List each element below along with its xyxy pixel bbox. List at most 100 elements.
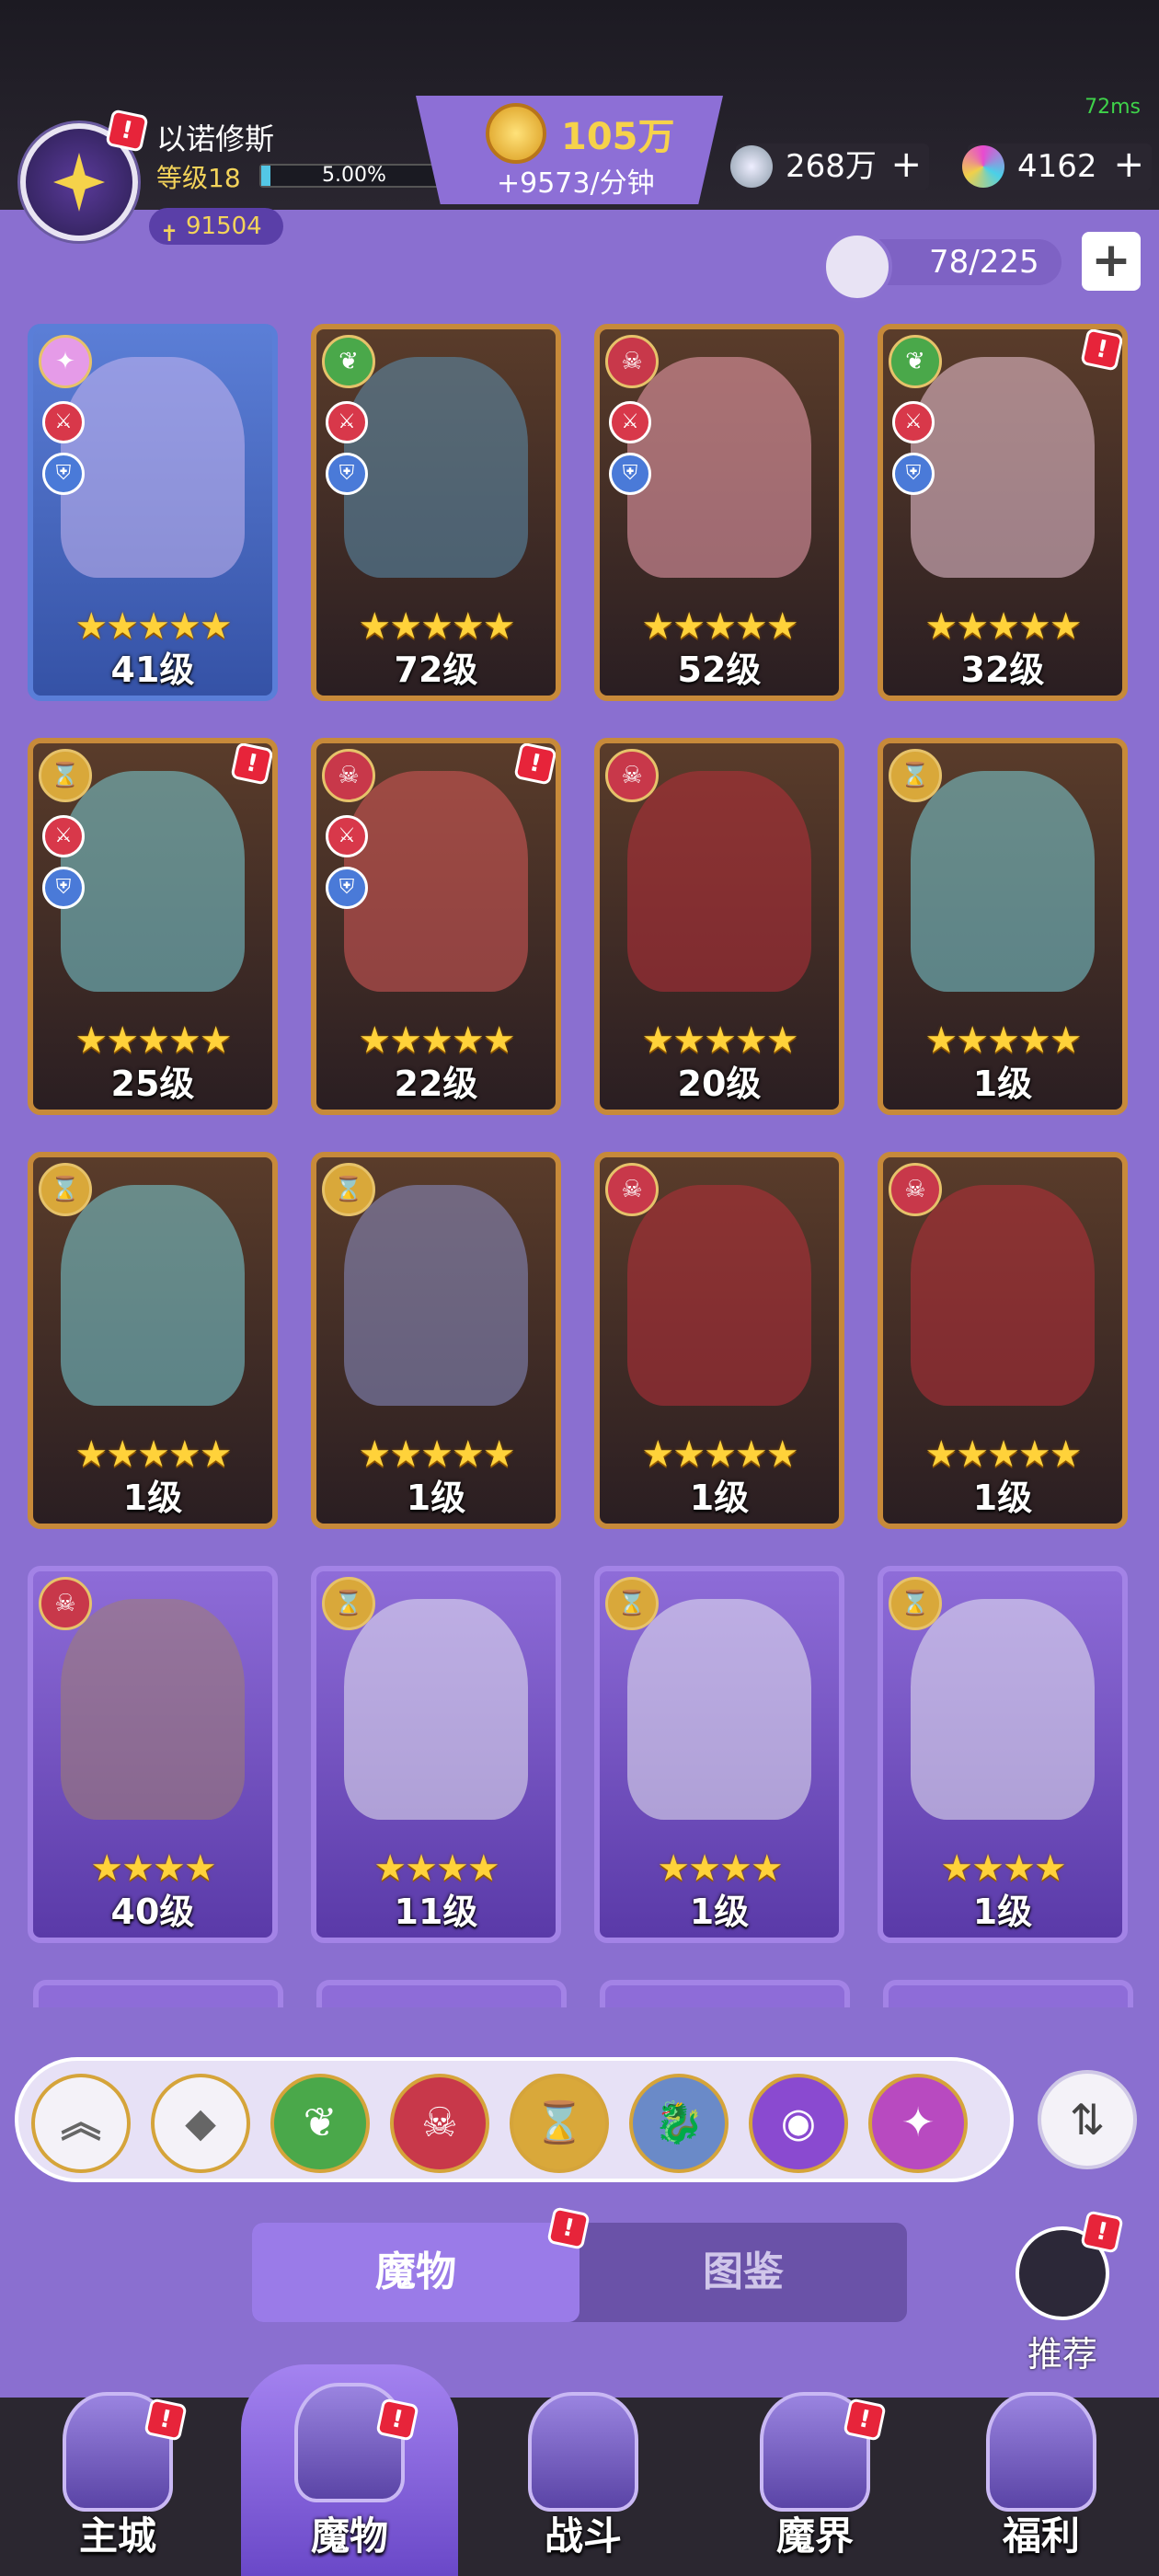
time-element-icon: ⌛ (39, 749, 92, 802)
latency-indicator: 72ms (1084, 96, 1141, 119)
alert-badge-icon: ! (546, 2206, 591, 2250)
silver-resource[interactable]: 268万 + (730, 142, 929, 190)
monster-portrait (344, 771, 528, 992)
monster-card[interactable]: ❦ ⚔ ⛨ ★★★★★ 32级! (878, 324, 1128, 701)
nav-main-city[interactable]: 主城 (2, 2392, 234, 2576)
filter-demon-icon[interactable]: ☠ (390, 2074, 489, 2173)
filter-nature-icon[interactable]: ❦ (270, 2074, 370, 2173)
monster-card[interactable]: ⌛ ★★★★ 1级 (594, 1566, 844, 1943)
monster-card[interactable]: ☠ ⚔ ⛨ ★★★★★ 52级 (594, 324, 844, 701)
nav-label: 魔界 (775, 2513, 854, 2559)
nav-battle[interactable]: 战斗 (467, 2392, 699, 2576)
sword-role-icon: ⚔ (609, 401, 651, 443)
nav-label: 主城 (78, 2513, 156, 2559)
monster-level: 1级 (972, 1478, 1033, 1518)
alert-badge-icon: ! (843, 2398, 887, 2442)
monster-portrait (627, 1185, 811, 1406)
partial-card (600, 1980, 850, 2007)
monster-portrait (61, 1599, 245, 1820)
nav-demon-realm[interactable]: 魔界 (699, 2392, 931, 2576)
monster-silhouette-icon (822, 232, 892, 302)
sword-power-icon: ✝ (160, 221, 179, 247)
sword-role-icon: ⚔ (892, 401, 935, 443)
treasure-chest-icon (986, 2392, 1096, 2512)
monster-card[interactable]: ⌛ ★★★★★ 1级 (28, 1152, 278, 1529)
avatar-star-icon (53, 153, 105, 212)
sword-role-icon: ⚔ (42, 401, 85, 443)
nav-welfare[interactable]: 福利 (925, 2392, 1157, 2576)
monster-level: 32级 (960, 650, 1045, 690)
monster-card[interactable]: ☠ ★★★★ 40级 (28, 1566, 278, 1943)
filter-cosmic-icon[interactable]: ✦ (868, 2074, 968, 2173)
recommend-label: 推荐 (1027, 2334, 1097, 2375)
shield-role-icon: ⛨ (42, 453, 85, 495)
monster-level: 41级 (110, 650, 195, 690)
roster-count: 78/225 (929, 244, 1039, 281)
time-element-icon: ⌛ (889, 749, 942, 802)
filter-beast-icon[interactable]: 🐉 (629, 2074, 729, 2173)
monster-card[interactable]: ⌛ ⚔ ⛨ ★★★★★ 25级! (28, 738, 278, 1115)
monster-card[interactable]: ⌛ ★★★★★ 1级 (878, 738, 1128, 1115)
monster-portrait (911, 1599, 1095, 1820)
demon-element-icon: ☠ (605, 335, 659, 388)
expand-roster-button[interactable]: + (1082, 232, 1141, 291)
shield-role-icon: ⛨ (892, 453, 935, 495)
filter-eye-icon[interactable]: ◉ (749, 2074, 848, 2173)
monster-card[interactable]: ⌛ ★★★★★ 1级 (311, 1152, 561, 1529)
partial-card (883, 1980, 1133, 2007)
partial-card (33, 1980, 283, 2007)
demon-element-icon: ☠ (889, 1163, 942, 1216)
alert-badge-icon: ! (230, 743, 272, 786)
filter-all-icon[interactable]: ◆ (151, 2074, 250, 2173)
sword-role-icon: ⚔ (42, 815, 85, 857)
demon-element-icon: ☠ (605, 1163, 659, 1216)
monster-level: 1级 (689, 1892, 750, 1932)
monster-portrait (61, 771, 245, 992)
nav-label: 福利 (1002, 2513, 1080, 2559)
alert-badge-icon: ! (1080, 329, 1122, 372)
add-crystal-button[interactable]: + (1113, 142, 1144, 188)
tab-codex[interactable]: 图鉴 (580, 2223, 907, 2322)
monster-portrait (344, 1599, 528, 1820)
crystal-resource[interactable]: 4162 + (962, 142, 1152, 190)
monster-level: 22级 (394, 1064, 478, 1104)
monster-portrait (627, 357, 811, 578)
monster-card[interactable]: ☠ ★★★★★ 1级 (594, 1152, 844, 1529)
partial-card (316, 1980, 567, 2007)
monster-grid: ✦ ⚔ ⛨ ★★★★★ 41级 ❦ ⚔ ⛨ ★★★★★ 72级 ☠ ⚔ ⛨ ★★★★★ 52级 ❦ ⚔ ⛨ ★★★★… (28, 324, 1142, 2002)
time-element-icon: ⌛ (889, 1577, 942, 1630)
monster-card[interactable]: ❦ ⚔ ⛨ ★★★★★ 72级 (311, 324, 561, 701)
player-name: 以诺修斯 (156, 121, 275, 156)
monster-card[interactable]: ⌛ ★★★★ 1级 (878, 1566, 1128, 1943)
gold-rate: +9573/分钟 (497, 167, 655, 200)
monster-portrait (911, 771, 1095, 992)
xp-progress-bar: 5.00% (259, 164, 449, 188)
monster-card[interactable]: ✦ ⚔ ⛨ ★★★★★ 41级 (28, 324, 278, 701)
alert-badge-icon: ! (1080, 2210, 1124, 2254)
alert-badge-icon: ! (375, 2398, 419, 2442)
nav-monsters[interactable]: 魔物 (241, 2364, 458, 2576)
combat-power: ✝ 91504 (149, 208, 283, 247)
monster-level: 11级 (394, 1892, 478, 1932)
add-silver-button[interactable]: + (890, 142, 922, 188)
sort-button[interactable]: ⇅ (1038, 2070, 1137, 2169)
xp-percent-text: 5.00% (322, 164, 386, 187)
alert-badge-icon: ! (143, 2398, 188, 2442)
filter-time-icon[interactable]: ⌛ (510, 2074, 609, 2173)
monster-level: 20级 (677, 1064, 762, 1104)
monster-card[interactable]: ☠ ★★★★★ 20级 (594, 738, 844, 1115)
sword-role-icon: ⚔ (326, 815, 368, 857)
nature-element-icon: ❦ (322, 335, 375, 388)
monster-card[interactable]: ☠ ★★★★★ 1级 (878, 1152, 1128, 1529)
tab-monsters[interactable]: 魔物 (252, 2223, 580, 2322)
filter-collapse-icon[interactable]: ︽ (31, 2074, 131, 2173)
monster-level: 1级 (972, 1892, 1033, 1932)
alert-badge-icon: ! (513, 743, 556, 786)
monster-portrait (61, 1185, 245, 1406)
monster-card[interactable]: ⌛ ★★★★ 11级 (311, 1566, 561, 1943)
monster-card[interactable]: ☠ ⚔ ⛨ ★★★★★ 22级! (311, 738, 561, 1115)
monster-level: 72级 (394, 650, 478, 690)
demon-element-icon: ☠ (322, 749, 375, 802)
alert-badge-icon: ! (105, 109, 149, 153)
crystal-gem-icon (962, 145, 1004, 188)
